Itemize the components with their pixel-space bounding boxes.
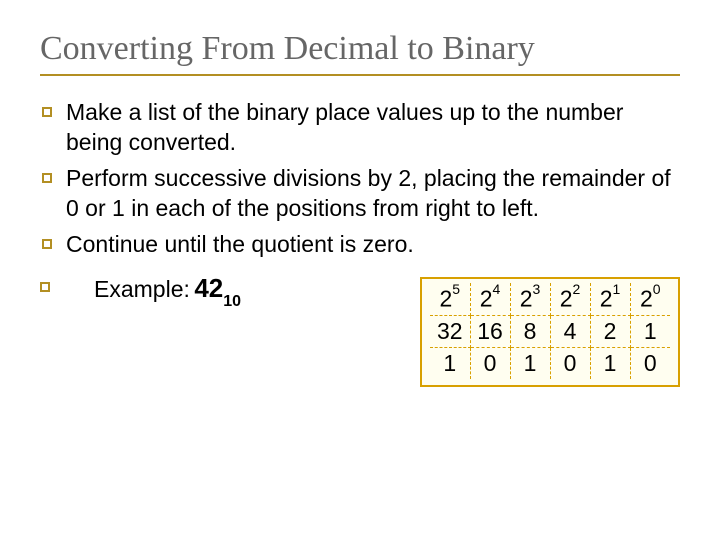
table-row: 1 0 1 0 1 0 [430,348,670,380]
square-bullet-icon [42,173,52,183]
bullet-text: Perform successive divisions by 2, placi… [66,164,680,224]
place-value-table: 25 24 23 22 21 20 32 16 8 4 2 1 1 0 1 0 … [420,277,680,387]
square-bullet-icon [42,239,52,249]
example-label: Example: [94,276,190,302]
value-cell: 1 [630,316,670,348]
power-cell: 20 [630,283,670,315]
bullet-text: Continue until the quotient is zero. [66,230,414,260]
list-item: Make a list of the binary place values u… [42,98,680,158]
bit-cell: 0 [550,348,590,380]
bit-cell: 1 [590,348,630,380]
bit-cell: 0 [470,348,510,380]
square-bullet-icon [42,107,52,117]
value-cell: 4 [550,316,590,348]
power-cell: 23 [510,283,550,315]
title-underline [40,74,680,76]
bit-cell: 1 [510,348,550,380]
power-cell: 25 [430,283,470,315]
table-row: 32 16 8 4 2 1 [430,316,670,348]
example-value: 42 [194,273,223,303]
example-line: Example: 4210 [40,273,241,306]
list-item: Perform successive divisions by 2, placi… [42,164,680,224]
bit-cell: 1 [430,348,470,380]
value-cell: 2 [590,316,630,348]
power-cell: 21 [590,283,630,315]
power-cell: 24 [470,283,510,315]
value-cell: 8 [510,316,550,348]
table-row: 25 24 23 22 21 20 [430,283,670,315]
slide-title: Converting From Decimal to Binary [40,30,680,68]
square-bullet-icon [40,282,50,292]
bit-cell: 0 [630,348,670,380]
example-subscript: 10 [223,293,241,310]
value-cell: 32 [430,316,470,348]
power-cell: 22 [550,283,590,315]
list-item: Continue until the quotient is zero. [42,230,680,260]
bullet-list: Make a list of the binary place values u… [42,98,680,259]
bullet-text: Make a list of the binary place values u… [66,98,680,158]
value-cell: 16 [470,316,510,348]
